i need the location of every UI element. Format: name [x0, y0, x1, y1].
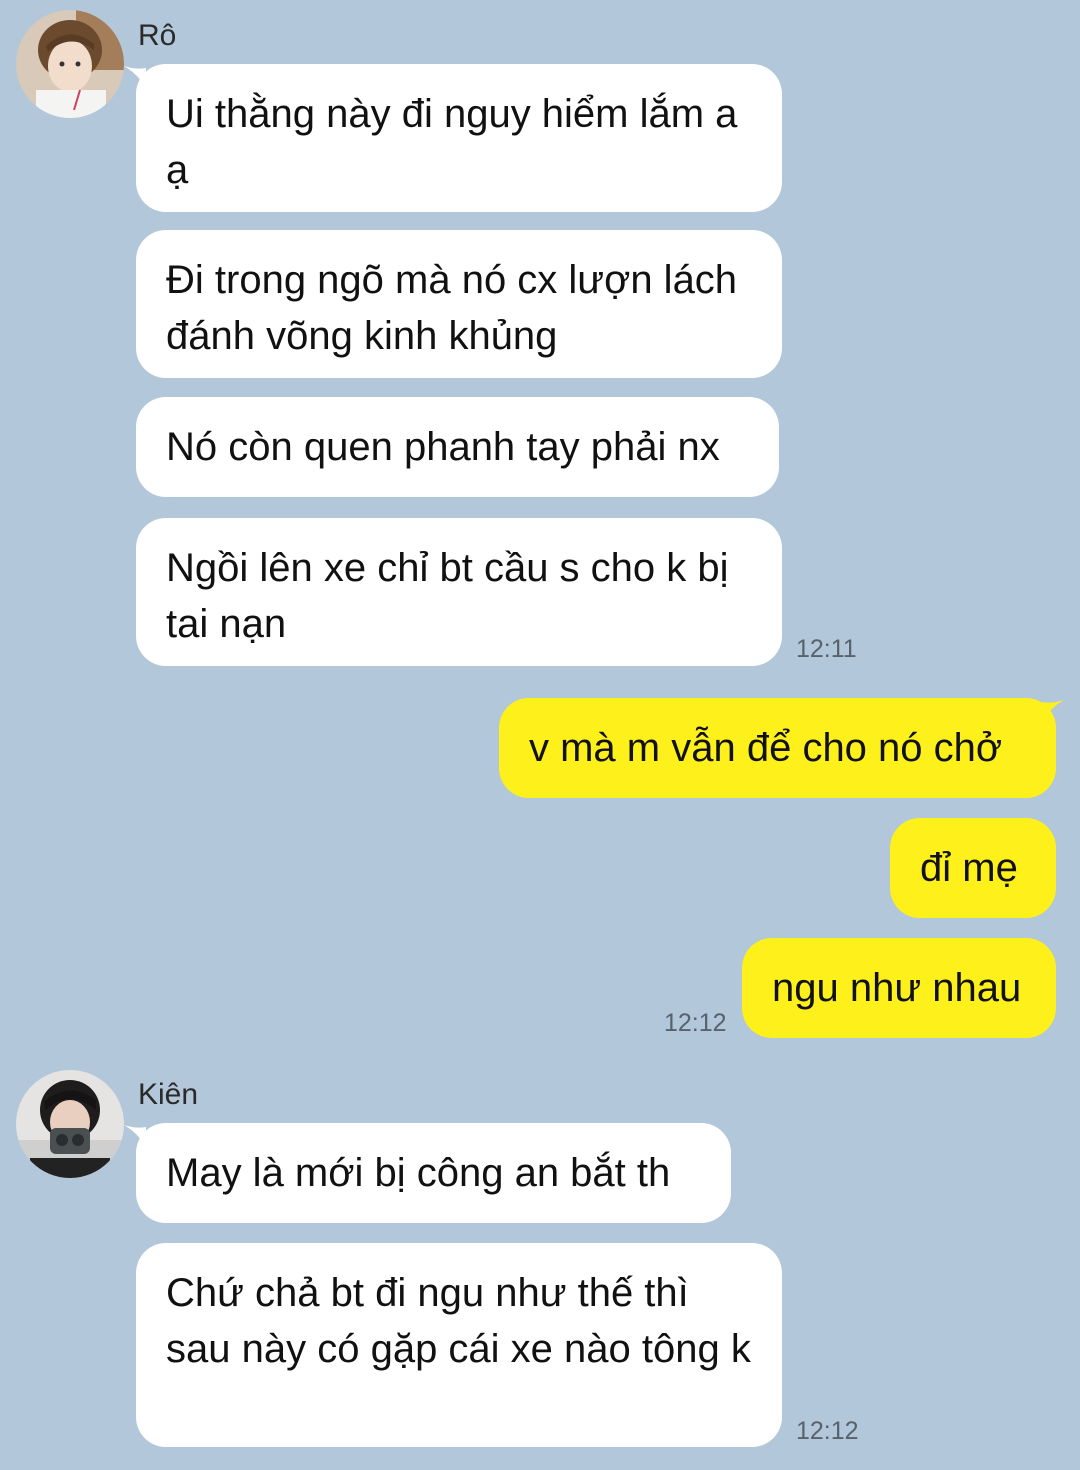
avatar-kien-image — [16, 1070, 124, 1178]
message-timestamp: 12:12 — [664, 1009, 727, 1037]
message-bubble-incoming[interactable]: Ngồi lên xe chỉ bt cầu s cho k bị tai nạ… — [136, 518, 782, 666]
message-bubble-incoming[interactable]: May là mới bị công an bắt th — [136, 1123, 731, 1223]
avatar-ro[interactable] — [16, 10, 124, 118]
message-bubble-incoming[interactable]: Đi trong ngõ mà nó cx lượn lách đánh võn… — [136, 230, 782, 378]
avatar-kien[interactable] — [16, 1070, 124, 1178]
message-bubble-incoming[interactable]: Nó còn quen phanh tay phải nx — [136, 397, 779, 497]
message-timestamp: 12:11 — [796, 635, 857, 663]
message-bubble-outgoing[interactable]: đỉ mẹ — [890, 818, 1056, 918]
message-bubble-outgoing[interactable]: v mà m vẫn để cho nó chở — [499, 698, 1056, 798]
sender-name-kien: Kiên — [138, 1078, 199, 1111]
message-bubble-incoming[interactable]: Chứ chả bt đi ngu như thế thì sau này có… — [136, 1243, 782, 1447]
avatar-ro-image — [16, 10, 124, 118]
message-bubble-outgoing[interactable]: ngu như nhau — [742, 938, 1056, 1038]
chat-window: Rô Ui thằng này đi nguy hiểm lắm a ạ Đi … — [0, 0, 1080, 1470]
sender-name-ro: Rô — [138, 19, 177, 52]
message-timestamp: 12:12 — [796, 1417, 859, 1445]
message-bubble-incoming[interactable]: Ui thằng này đi nguy hiểm lắm a ạ — [136, 64, 782, 212]
